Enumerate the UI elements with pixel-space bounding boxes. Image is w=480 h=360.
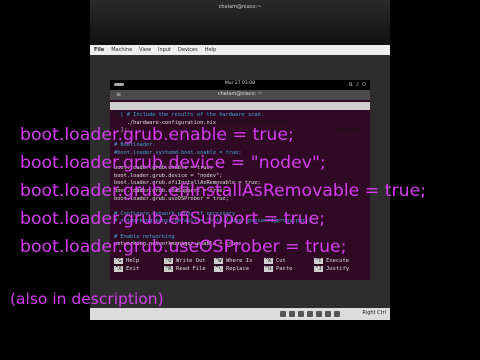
menu-view[interactable]: View bbox=[139, 47, 151, 53]
shared-folder-icon[interactable] bbox=[316, 311, 322, 317]
terminal-title: chelam@niaco: ~ bbox=[217, 91, 263, 97]
caption-line: boot.loader.grub.efiInstallAsRemovable =… bbox=[20, 181, 427, 201]
nano-line[interactable]: boot.loader.grub.device = "nodev"; bbox=[114, 173, 366, 181]
host-key-label: Right Ctrl bbox=[362, 310, 386, 316]
network-icon[interactable] bbox=[307, 311, 313, 317]
description-note: (also in description) bbox=[10, 290, 164, 308]
nano-help-item: ^X Exit bbox=[114, 266, 140, 272]
nano-line[interactable]: [ # Include the results of the hardware … bbox=[114, 112, 366, 120]
disk-icon[interactable] bbox=[280, 311, 286, 317]
caption-line: boot.loader.grub.device = "nodev"; bbox=[20, 153, 326, 173]
menu-input[interactable]: Input bbox=[158, 47, 171, 53]
nano-help-item: ^T Execute bbox=[314, 258, 350, 264]
nano-titlebar: GNU nano 7.2 /etc/nixos/configuration.ni… bbox=[110, 102, 370, 133]
menu-machine[interactable]: Machine bbox=[111, 47, 132, 53]
nano-help-item: ^J Justify bbox=[314, 266, 350, 272]
nano-help-item: ^G Help bbox=[114, 258, 140, 264]
nano-help-bar: ^G Help ^X Exit ^O Write Out ^R Read Fil… bbox=[110, 258, 370, 276]
nano-help-item: ^U Paste bbox=[264, 266, 293, 272]
guest-clock[interactable]: Mar 27 03:08 bbox=[110, 81, 370, 86]
volume-icon: ♪ bbox=[355, 82, 360, 88]
net-icon: ⇅ bbox=[348, 82, 353, 88]
nano-help-item: ^O Write Out bbox=[164, 258, 206, 264]
terminal-headerbar[interactable]: ≡ chelam@niaco: ~ bbox=[110, 90, 370, 100]
caption-line: boot.loader.grub.useOSProber = true; bbox=[20, 237, 347, 257]
guest-topbar: Mar 27 03:08 ⇅ ♪ ⏻ bbox=[110, 80, 370, 90]
host-window-title: chelam@niaco:~ bbox=[218, 4, 262, 10]
optical-drive-icon[interactable] bbox=[289, 311, 295, 317]
host-menubar: File Machine View Input Devices Help bbox=[90, 45, 390, 55]
menu-file[interactable]: File bbox=[94, 47, 104, 53]
power-icon: ⏻ bbox=[362, 82, 366, 88]
system-tray[interactable]: ⇅ ♪ ⏻ bbox=[349, 82, 366, 88]
host-statusbar: Right Ctrl bbox=[90, 308, 390, 320]
display-icon[interactable] bbox=[325, 311, 331, 317]
nano-help-item: ^\ Replace bbox=[214, 266, 250, 272]
caption-line: boot.loader.grub.enable = true; bbox=[20, 125, 294, 145]
host-titlebar[interactable]: chelam@niaco:~ bbox=[90, 0, 390, 45]
nano-help-item: ^K Cut bbox=[264, 258, 286, 264]
menu-devices[interactable]: Devices bbox=[178, 47, 198, 53]
nano-help-item: ^W Where Is bbox=[214, 258, 253, 264]
caption-line: boot.loader.grub.efiSupport = true; bbox=[20, 209, 326, 229]
nano-help-item: ^R Read File bbox=[164, 266, 206, 272]
menu-help[interactable]: Help bbox=[205, 47, 216, 53]
usb-icon[interactable] bbox=[298, 311, 304, 317]
mouse-integration-icon[interactable] bbox=[334, 311, 340, 317]
